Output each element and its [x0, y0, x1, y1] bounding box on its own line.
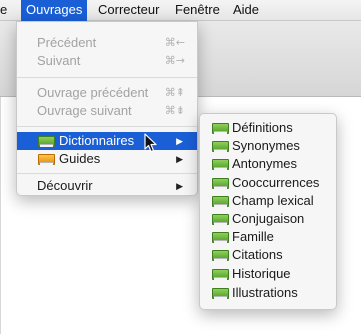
- submenu-item-famille[interactable]: Famille: [200, 228, 336, 246]
- orange-book-icon: [38, 154, 55, 165]
- menu-separator: [17, 77, 197, 78]
- green-book-icon: [212, 214, 229, 225]
- menu-item-suivant[interactable]: Suivant ⌘→: [17, 52, 197, 70]
- menu-item-precedent[interactable]: Précédent ⌘←: [17, 34, 197, 52]
- submenu-item-label: Définitions: [232, 120, 293, 135]
- green-book-icon: [212, 159, 229, 170]
- green-book-icon: [212, 123, 229, 134]
- green-book-icon: [212, 178, 229, 189]
- menubar-item-aide[interactable]: Aide: [228, 0, 264, 21]
- shortcut-label: ⌘→: [164, 54, 185, 67]
- menu-item-ouvrage-precedent[interactable]: Ouvrage précédent ⌘⇞: [17, 84, 197, 102]
- menubar-item-fenetre[interactable]: Fenêtre: [170, 0, 225, 21]
- submenu-arrow-icon: ▶: [176, 181, 183, 191]
- green-book-icon: [212, 141, 229, 152]
- submenu-item-label: Synonymes: [232, 138, 300, 153]
- green-book-icon: [38, 136, 55, 147]
- green-book-icon: [212, 250, 229, 261]
- submenu-item-conjugaison[interactable]: Conjugaison: [200, 210, 336, 228]
- submenu-item-label: Illustrations: [232, 285, 298, 300]
- menubar-item-partial[interactable]: e: [0, 0, 12, 21]
- menu-separator: [17, 126, 197, 127]
- submenu-item-illustrations[interactable]: Illustrations: [200, 284, 336, 302]
- submenu-item-synonymes[interactable]: Synonymes: [200, 137, 336, 155]
- submenu-item-label: Champ lexical: [232, 193, 314, 208]
- green-book-icon: [212, 232, 229, 243]
- submenu-item-definitions[interactable]: Définitions: [200, 119, 336, 137]
- menu-item-dictionnaires[interactable]: Dictionnaires ▶: [17, 132, 197, 150]
- submenu-item-label: Cooccurrences: [232, 175, 320, 190]
- menu-item-label: Découvrir: [37, 178, 93, 193]
- menu-item-label: Suivant: [37, 53, 81, 68]
- submenu-item-citations[interactable]: Citations: [200, 246, 336, 264]
- ouvrages-menu: Précédent ⌘← Suivant ⌘→ Ouvrage précéden…: [16, 21, 198, 196]
- menu-separator: [17, 173, 197, 174]
- submenu-item-champ-lexical[interactable]: Champ lexical: [200, 192, 336, 210]
- shortcut-label: ⌘⇟: [164, 104, 185, 117]
- shortcut-label: ⌘←: [164, 36, 185, 49]
- menu-item-label: Dictionnaires: [59, 133, 135, 148]
- shortcut-label: ⌘⇞: [164, 86, 185, 99]
- submenu-item-label: Citations: [232, 247, 283, 262]
- menu-bar: e Ouvrages Correcteur Fenêtre Aide: [0, 0, 361, 21]
- submenu-item-label: Famille: [232, 229, 274, 244]
- green-book-icon: [212, 288, 229, 299]
- menu-item-label: Précédent: [37, 35, 97, 50]
- submenu-arrow-icon: ▶: [176, 136, 183, 146]
- submenu-item-historique[interactable]: Historique: [200, 265, 336, 283]
- menu-item-guides[interactable]: Guides ▶: [17, 150, 197, 168]
- submenu-item-label: Antonymes: [232, 156, 298, 171]
- menubar-item-ouvrages[interactable]: Ouvrages: [21, 0, 88, 21]
- green-book-icon: [212, 196, 229, 207]
- submenu-item-antonymes[interactable]: Antonymes: [200, 155, 336, 173]
- submenu-item-label: Historique: [232, 266, 291, 281]
- menu-item-label: Ouvrage suivant: [37, 103, 132, 118]
- menu-item-label: Guides: [59, 151, 101, 166]
- mouse-pointer-icon: [144, 133, 157, 153]
- menu-item-decouvrir[interactable]: Découvrir ▶: [17, 177, 197, 195]
- menu-item-label: Ouvrage précédent: [37, 85, 149, 100]
- green-book-icon: [212, 269, 229, 280]
- submenu-item-label: Conjugaison: [232, 211, 305, 226]
- menu-item-ouvrage-suivant[interactable]: Ouvrage suivant ⌘⇟: [17, 102, 197, 120]
- submenu-item-cooccurrences[interactable]: Cooccurrences: [200, 174, 336, 192]
- submenu-arrow-icon: ▶: [176, 154, 183, 164]
- menubar-item-correcteur[interactable]: Correcteur: [93, 0, 164, 21]
- dictionnaires-submenu: Définitions Synonymes Antonymes Cooccurr…: [199, 113, 337, 310]
